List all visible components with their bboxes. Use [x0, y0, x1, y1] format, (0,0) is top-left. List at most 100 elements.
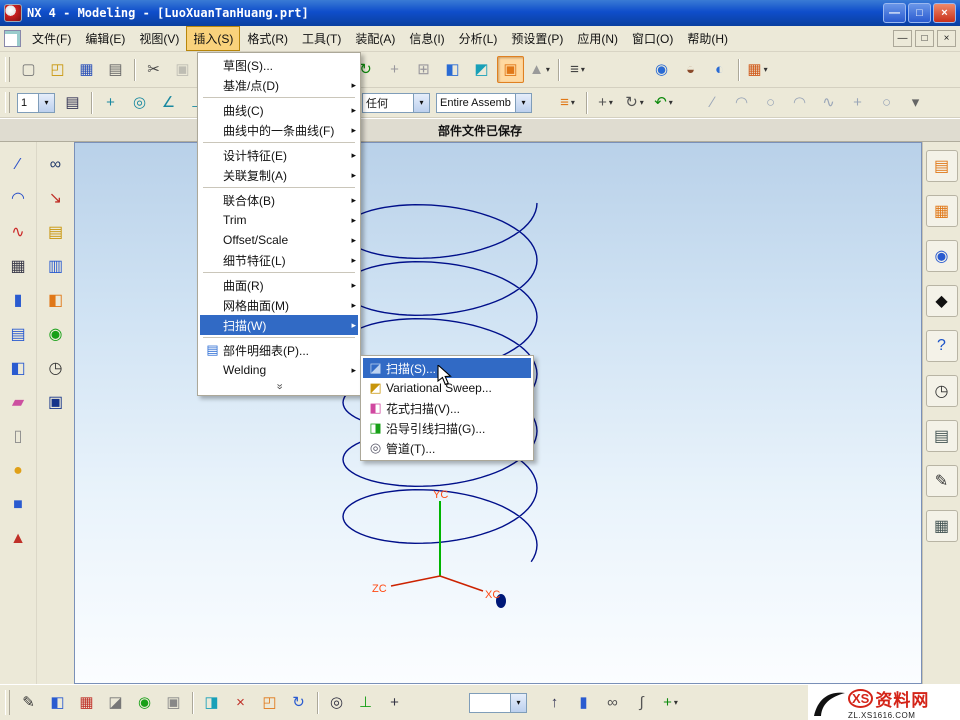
green-sphere-icon[interactable]: ◉ — [41, 320, 71, 349]
solid-cube-icon[interactable]: ◧ — [3, 354, 33, 383]
sketch-grid-icon[interactable]: ▦ — [3, 252, 33, 281]
palette-grid-icon[interactable]: ▦ — [926, 510, 958, 542]
toolbar-options-icon[interactable]: ≡▾ — [564, 56, 591, 83]
draw-fillet-icon[interactable]: ◠ — [786, 89, 813, 116]
csys-triad-icon[interactable]: ⊥ — [352, 689, 379, 716]
mdi-close-button[interactable]: × — [937, 30, 956, 47]
bottom-combo[interactable]: ▾ — [469, 693, 527, 713]
cyan-cube-icon[interactable]: ◨ — [198, 689, 225, 716]
cut-icon[interactable]: ✂ — [140, 56, 167, 83]
menubar-item-insert[interactable]: 插入(S) — [186, 26, 240, 51]
refresh-loop-icon[interactable]: ↻ — [285, 689, 312, 716]
gray-cube-icon[interactable]: ◪ — [102, 689, 129, 716]
shaded-view-icon[interactable]: ◧ — [439, 56, 466, 83]
sphere-icon[interactable]: ● — [3, 456, 33, 485]
menubar-item-file[interactable]: 文件(F) — [25, 26, 78, 51]
spline-icon[interactable]: ∿ — [3, 218, 33, 247]
rotate-object-icon[interactable]: ↻▾ — [621, 89, 648, 116]
menu-item-detail-feature[interactable]: 细节特征(L)▸ — [200, 250, 358, 270]
target-point-icon[interactable]: ◎ — [323, 689, 350, 716]
layer-combo[interactable]: 1 ▾ — [17, 93, 55, 113]
gray-panel-icon[interactable]: ▣ — [160, 689, 187, 716]
menu-overflow-chevron[interactable]: » — [200, 380, 358, 393]
cylinder-icon[interactable]: ▯ — [3, 422, 33, 451]
menu-item-combine-bodies[interactable]: 联合体(B)▸ — [200, 190, 358, 210]
corner-arrow-icon[interactable]: ↘ — [41, 184, 71, 213]
menubar-item-information[interactable]: 信息(I) — [402, 26, 451, 51]
menubar-item-edit[interactable]: 编辑(E) — [78, 26, 132, 51]
menu-item-design-feature[interactable]: 设计特征(E)▸ — [200, 145, 358, 165]
details-panel-icon[interactable]: ▤ — [926, 420, 958, 452]
arc-icon[interactable]: ◠ — [3, 184, 33, 213]
help-question-icon[interactable]: ? — [926, 330, 958, 362]
wireframe-view-icon[interactable]: ◩ — [468, 56, 495, 83]
snap-point-icon[interactable]: + — [97, 89, 124, 116]
selection-stack-icon[interactable]: ≡▾ — [554, 89, 581, 116]
orange-tray-icon[interactable]: ◰ — [256, 689, 283, 716]
toolbar-grip[interactable] — [5, 92, 10, 112]
draw-spline-icon[interactable]: ∿ — [815, 89, 842, 116]
menu-item-sketch[interactable]: 草图(S)... — [200, 55, 358, 75]
chevron-down-icon[interactable]: ▾ — [669, 98, 673, 107]
part-navigator-icon[interactable]: ▦ — [926, 195, 958, 227]
extrude-icon[interactable]: ▮ — [3, 286, 33, 315]
chevron-down-icon[interactable]: ▾ — [510, 694, 526, 712]
window-close-button[interactable]: × — [933, 3, 956, 23]
menubar-item-help[interactable]: 帮助(H) — [680, 26, 735, 51]
menu-item-curve[interactable]: 曲线(C)▸ — [200, 100, 358, 120]
visualization-icon[interactable]: ◐ — [706, 56, 733, 83]
chain-link-icon[interactable]: ∞ — [599, 689, 626, 716]
sheet-pages-icon[interactable]: ▤ — [3, 320, 33, 349]
window-restore-button[interactable]: □ — [908, 3, 931, 23]
pencil-ruler-icon[interactable]: ✎ — [926, 465, 958, 497]
basic-line-icon[interactable]: ∕ — [3, 150, 33, 179]
web-browser-icon[interactable]: ◉ — [648, 56, 675, 83]
history-clock-icon[interactable]: ◷ — [926, 375, 958, 407]
menu-item-welding[interactable]: Welding▸ — [200, 360, 358, 380]
menubar-item-preferences[interactable]: 预设置(P) — [504, 26, 570, 51]
chevron-down-icon[interactable]: ▾ — [38, 94, 54, 112]
curve-toolbar-options-icon[interactable]: ▾ — [902, 89, 929, 116]
display-mode-cone-icon[interactable]: ▲▾ — [526, 56, 553, 83]
new-file-icon[interactable]: ▢ — [15, 56, 42, 83]
page-stack-icon[interactable]: ▥ — [41, 252, 71, 281]
chevron-down-icon[interactable]: ▾ — [413, 94, 429, 112]
menu-item-styled-sweep[interactable]: ◧花式扫描(V)... — [363, 398, 531, 418]
chevron-down-icon[interactable]: ▾ — [581, 65, 585, 74]
green-wheel-icon[interactable]: ◉ — [131, 689, 158, 716]
red-grid-icon[interactable]: ▦ — [73, 689, 100, 716]
mdi-minimize-button[interactable]: — — [893, 30, 912, 47]
menubar-item-view[interactable]: 视图(V) — [132, 26, 186, 51]
move-object-icon[interactable]: +▾ — [592, 89, 619, 116]
graduation-cap-icon[interactable]: ◆ — [926, 285, 958, 317]
menu-item-parts-list[interactable]: ▤部件明细表(P)... — [200, 340, 358, 360]
chevron-down-icon[interactable]: ▾ — [764, 65, 768, 74]
selection-scope-combo[interactable]: Entire Assemb ▾ — [436, 93, 532, 113]
chevron-down-icon[interactable]: ▾ — [640, 98, 644, 107]
save-icon[interactable]: ▦ — [73, 56, 100, 83]
draw-arc-icon[interactable]: ◠ — [728, 89, 755, 116]
chevron-down-icon[interactable]: ▾ — [546, 65, 550, 74]
add-new-icon[interactable]: +▾ — [657, 689, 684, 716]
modeling-application-icon[interactable]: ▣ — [497, 56, 524, 83]
assembly-navigator-icon[interactable]: ▤ — [926, 150, 958, 182]
menubar-item-application[interactable]: 应用(N) — [570, 26, 625, 51]
materials-icon[interactable]: ◒ — [677, 56, 704, 83]
draw-ellipse-icon[interactable]: ○ — [873, 89, 900, 116]
print-icon[interactable]: ▤ — [102, 56, 129, 83]
mdi-restore-button[interactable]: □ — [915, 30, 934, 47]
menu-item-curve-from-curves[interactable]: 曲线中的一条曲线(F)▸ — [200, 120, 358, 140]
snap-mid-point-icon[interactable]: ∠ — [155, 89, 182, 116]
menu-item-offset-scale[interactable]: Offset/Scale▸ — [200, 230, 358, 250]
toolbar-grip[interactable] — [5, 57, 10, 82]
menu-item-sweep-along-guide[interactable]: ◨沿导引线扫描(G)... — [363, 418, 531, 438]
menu-item-mesh-surface[interactable]: 网格曲面(M)▸ — [200, 295, 358, 315]
menu-item-associative-copy[interactable]: 关联复制(A)▸ — [200, 165, 358, 185]
cone-icon[interactable]: ▲ — [3, 524, 33, 553]
menu-item-sweep[interactable]: 扫描(W)▸ — [200, 315, 358, 335]
menu-item-surface[interactable]: 曲面(R)▸ — [200, 275, 358, 295]
surface-patch-icon[interactable]: ▰ — [3, 388, 33, 417]
undo-icon[interactable]: ↶▾ — [650, 89, 677, 116]
menubar-item-assemblies[interactable]: 装配(A) — [348, 26, 402, 51]
menubar-item-window[interactable]: 窗口(O) — [625, 26, 680, 51]
